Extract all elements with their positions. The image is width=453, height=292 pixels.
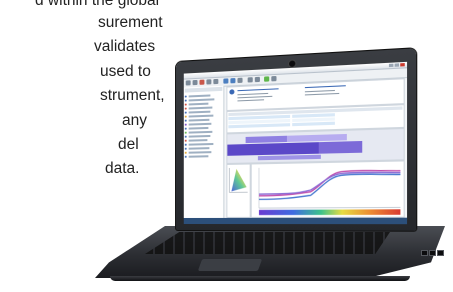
tree-item-icon xyxy=(184,95,187,98)
tree-item-icon xyxy=(184,135,187,138)
toolbar-icon[interactable] xyxy=(206,79,212,85)
tree-item[interactable] xyxy=(188,106,213,110)
tree-item-icon xyxy=(184,147,187,150)
tree-item[interactable] xyxy=(188,126,209,130)
tree-item-icon xyxy=(184,127,187,130)
tree-item-icon xyxy=(184,139,187,142)
tree-item-icon xyxy=(184,99,187,102)
app-body xyxy=(183,77,407,218)
tree-header xyxy=(184,86,223,93)
keyboard xyxy=(145,232,390,254)
status-bar xyxy=(183,217,408,225)
tree-item-icon xyxy=(184,111,187,114)
toolbar-icon[interactable] xyxy=(264,76,270,82)
tree-item[interactable] xyxy=(188,130,213,134)
tree-item-icon xyxy=(184,155,187,158)
tree-item-icon xyxy=(184,107,187,110)
color-difference-map xyxy=(226,127,405,164)
minimize-icon[interactable] xyxy=(388,63,394,68)
tree-item[interactable] xyxy=(188,118,210,122)
header-detail xyxy=(304,89,335,93)
toolbar-icon[interactable] xyxy=(230,78,236,84)
toolbar-icon[interactable] xyxy=(185,80,191,86)
header-title xyxy=(304,85,346,89)
trackpad xyxy=(197,259,263,271)
toolbar-icon[interactable] xyxy=(254,76,260,83)
table-cell xyxy=(292,121,335,127)
tree-item-icon xyxy=(184,119,187,122)
cie-chromaticity-plot xyxy=(226,163,251,218)
usb-port xyxy=(437,250,444,256)
tree-item-icon xyxy=(184,131,187,134)
tree-item[interactable] xyxy=(188,110,211,114)
tree-item-icon xyxy=(184,103,187,106)
spectral-curve-plot xyxy=(250,160,405,218)
laptop-screen xyxy=(176,48,417,231)
tree-item-icon xyxy=(184,123,187,126)
toolbar-icon[interactable] xyxy=(237,77,243,84)
toolbar-icon[interactable] xyxy=(223,78,229,84)
tree-item[interactable] xyxy=(188,102,209,106)
tree-item[interactable] xyxy=(188,147,210,150)
header-detail xyxy=(237,99,265,102)
tree-item-icon xyxy=(184,143,187,146)
tree-item[interactable] xyxy=(188,114,214,118)
measurement-tree xyxy=(183,85,225,218)
tree-item[interactable] xyxy=(188,134,211,138)
toolbar-icon[interactable] xyxy=(271,75,277,82)
tree-item[interactable] xyxy=(188,98,215,102)
table-cell xyxy=(228,123,291,129)
header-detail xyxy=(237,92,269,96)
main-panel xyxy=(224,77,407,218)
cie-diagram xyxy=(227,165,249,196)
tree-item-icon xyxy=(184,115,187,118)
usb-port xyxy=(429,250,436,256)
laptop xyxy=(0,0,453,292)
tree-item[interactable] xyxy=(188,122,212,126)
heatmap-cell xyxy=(318,140,363,154)
window-close-icon[interactable] xyxy=(400,63,405,67)
usb-port xyxy=(421,250,428,256)
header-detail xyxy=(304,92,340,96)
toolbar-icon[interactable] xyxy=(192,79,198,86)
heatmap-cell xyxy=(245,135,287,144)
maximize-icon[interactable] xyxy=(394,63,400,67)
tree-item[interactable] xyxy=(188,155,209,158)
tree-item-icon xyxy=(184,151,187,154)
heatmap-cell xyxy=(257,154,321,161)
toolbar-icon[interactable] xyxy=(213,78,219,85)
tree-item[interactable] xyxy=(188,139,208,142)
heatmap-cell xyxy=(227,142,319,156)
app-window xyxy=(183,61,408,225)
spectral-curves xyxy=(252,161,404,216)
laptop-front-edge xyxy=(110,276,410,281)
header-detail xyxy=(237,95,273,99)
tree-item[interactable] xyxy=(188,142,214,146)
chart-row xyxy=(226,160,405,218)
toolbar-icon[interactable] xyxy=(199,79,205,85)
tree-item[interactable] xyxy=(188,94,211,98)
toolbar-icon[interactable] xyxy=(247,77,253,83)
tree-item[interactable] xyxy=(188,151,212,154)
info-icon xyxy=(229,89,235,95)
header-title xyxy=(237,88,279,92)
